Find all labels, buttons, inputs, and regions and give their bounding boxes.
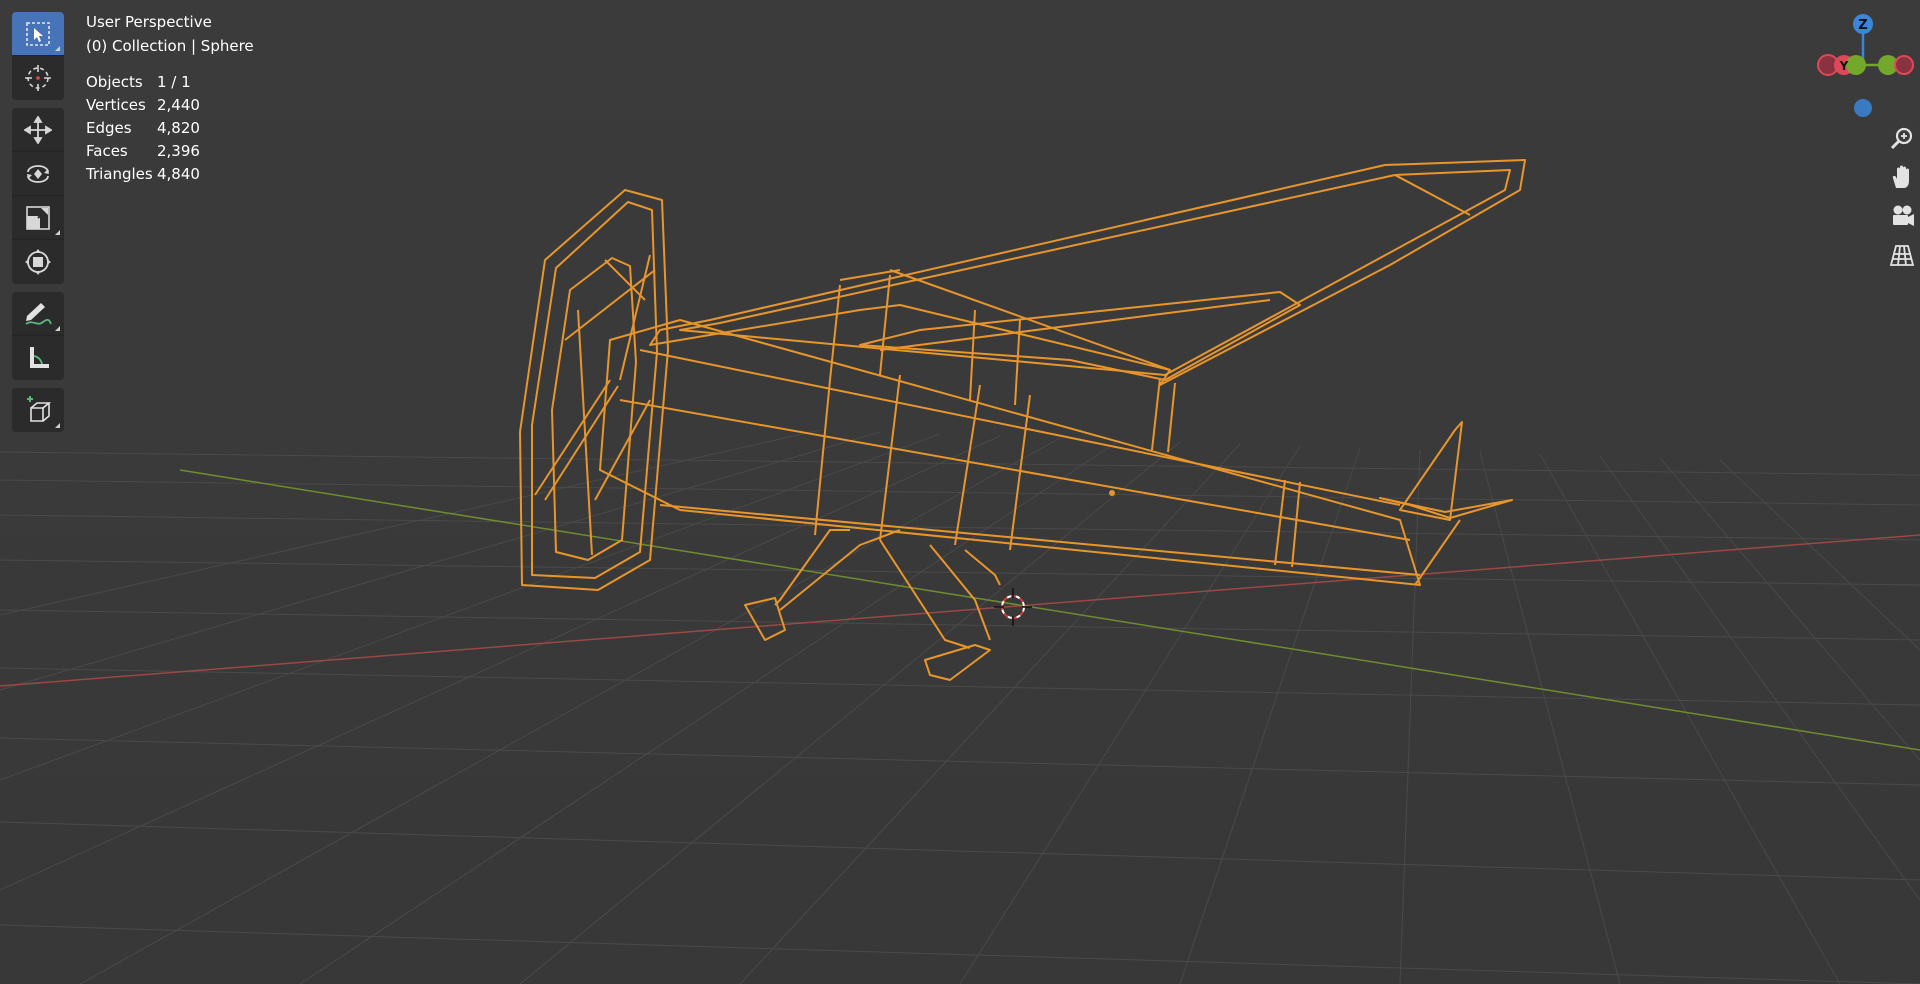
stat-row: Objects 1 / 1 xyxy=(86,70,254,93)
transform-tool-group xyxy=(12,108,64,284)
annotate-tool[interactable] xyxy=(12,292,64,336)
x-axis-handle-right[interactable] xyxy=(1894,55,1914,75)
neg-z-axis-handle[interactable] xyxy=(1854,99,1872,117)
select-tool-group xyxy=(12,12,64,100)
stat-row: Faces 2,396 xyxy=(86,139,254,162)
viewport-canvas xyxy=(0,0,1920,984)
rotate-tool[interactable] xyxy=(12,152,64,196)
neg-y-axis-handle[interactable] xyxy=(1846,55,1866,75)
z-axis-label: Z xyxy=(1858,18,1867,33)
stat-row: Vertices 2,440 xyxy=(86,93,254,116)
scale-icon xyxy=(26,205,50,230)
zoom-icon xyxy=(1890,127,1913,150)
move-tool[interactable] xyxy=(12,108,64,152)
navigation-gizmo[interactable]: Z Y xyxy=(1808,8,1920,120)
measure-tool[interactable] xyxy=(12,336,64,380)
tool-variant-indicator xyxy=(55,326,60,331)
stat-row: Triangles 4,840 xyxy=(86,162,254,185)
move-icon xyxy=(24,115,52,144)
camera-icon xyxy=(1893,205,1914,226)
perspective-toggle-button[interactable] xyxy=(1884,237,1920,273)
stat-value: 2,396 xyxy=(157,142,200,160)
grid-icon xyxy=(1889,245,1915,266)
stat-label: Triangles xyxy=(86,165,153,183)
add-cube-tool[interactable] xyxy=(12,388,64,432)
y-axis-label: Y xyxy=(1839,59,1849,73)
select-box-icon xyxy=(26,21,50,46)
select-box-tool[interactable] xyxy=(12,12,64,56)
viewport-info-overlay: User Perspective (0) Collection | Sphere… xyxy=(86,10,254,185)
add-tool-group xyxy=(12,388,64,432)
annotate-icon xyxy=(25,302,52,325)
stat-label: Objects xyxy=(86,73,143,91)
transform-tool[interactable] xyxy=(12,240,64,284)
measure-icon xyxy=(30,347,49,368)
annotate-tool-group xyxy=(12,292,64,380)
pan-button[interactable] xyxy=(1884,159,1920,195)
stat-value: 4,820 xyxy=(157,119,200,137)
stat-label: Edges xyxy=(86,119,132,137)
tool-variant-indicator xyxy=(55,46,60,51)
tool-variant-indicator xyxy=(55,423,60,428)
cursor-tool[interactable] xyxy=(12,56,64,100)
camera-view-button[interactable] xyxy=(1884,198,1920,234)
stat-label: Vertices xyxy=(86,96,146,114)
stat-value: 4,840 xyxy=(157,165,200,183)
tool-variant-indicator xyxy=(55,230,60,235)
stat-value: 2,440 xyxy=(157,96,200,114)
scale-tool[interactable] xyxy=(12,196,64,240)
stat-row: Edges 4,820 xyxy=(86,116,254,139)
scene-statistics: Objects 1 / 1 Vertices 2,440 Edges 4,820… xyxy=(86,70,254,185)
hand-icon xyxy=(1892,165,1909,188)
stat-value: 1 / 1 xyxy=(157,73,191,91)
view-name: User Perspective xyxy=(86,13,212,31)
tool-shelf xyxy=(12,12,64,440)
stat-label: Faces xyxy=(86,142,128,160)
add-cube-icon xyxy=(27,396,52,422)
rotate-icon xyxy=(27,164,49,183)
transform-icon xyxy=(25,249,51,275)
collection-info: (0) Collection | Sphere xyxy=(86,37,254,55)
3d-viewport[interactable] xyxy=(0,0,1920,984)
zoom-button[interactable] xyxy=(1884,120,1920,156)
cursor-icon xyxy=(25,65,51,91)
object-origin xyxy=(1109,490,1115,496)
